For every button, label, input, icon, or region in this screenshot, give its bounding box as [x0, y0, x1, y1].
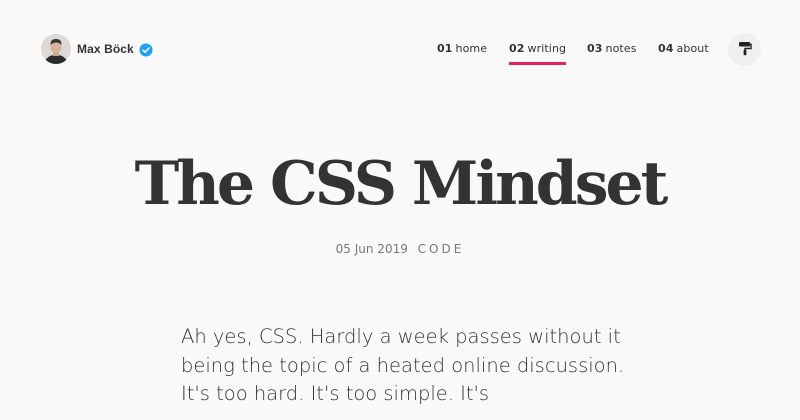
article-date: 05 Jun 2019	[335, 242, 408, 256]
article-meta: 05 Jun 2019 CODE	[0, 241, 800, 257]
nav-item-label: notes	[605, 42, 637, 55]
paint-roller-icon	[738, 41, 752, 59]
nav-item-number: 01	[437, 42, 453, 55]
nav-item-label: home	[455, 42, 488, 55]
nav-item-number: 03	[587, 42, 603, 55]
nav-item-writing[interactable]: 02 writing	[509, 42, 567, 65]
theme-toggle-button[interactable]	[728, 33, 761, 66]
nav-item-label: about	[676, 42, 709, 55]
nav-item-notes[interactable]: 03 notes	[587, 42, 637, 56]
article-lead-paragraph: Ah yes, CSS. Hardly a week passes withou…	[181, 325, 625, 405]
nav-item-about[interactable]: 04 about	[658, 42, 709, 56]
article-title: The CSS Mindset	[134, 149, 669, 219]
nav-item-number: 02	[509, 42, 525, 55]
nav-item-label: writing	[527, 42, 567, 55]
site-header: Max Böck 01 home 02 writing 03 notes 04 abou…	[0, 0, 800, 100]
main-nav: 01 home 02 writing 03 notes 04 about	[0, 42, 800, 72]
nav-item-home[interactable]: 01 home	[437, 42, 487, 56]
article-tag-link[interactable]: CODE	[418, 242, 465, 256]
nav-item-number: 04	[658, 42, 674, 55]
